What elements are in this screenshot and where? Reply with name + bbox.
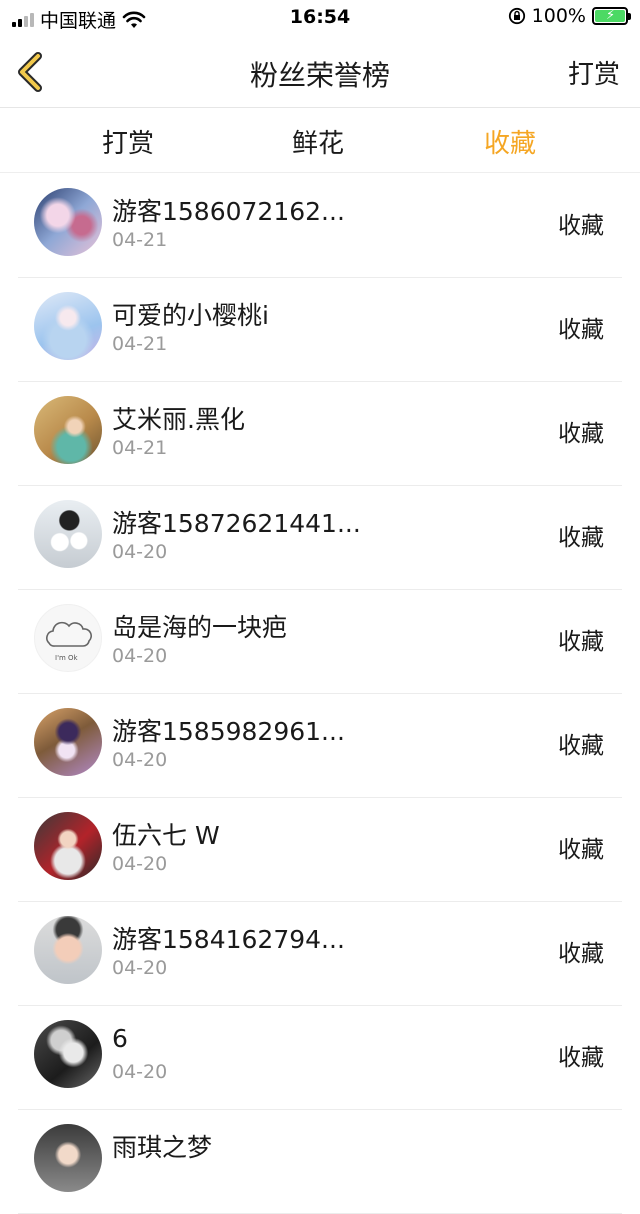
fan-action: 收藏 <box>558 837 604 863</box>
list-item[interactable]: 伍六七 W 04-20 收藏 <box>18 798 622 902</box>
fan-name: 游客1586072162... <box>112 197 345 226</box>
fan-action: 收藏 <box>558 213 604 239</box>
list-item[interactable]: 游客1585982961... 04-20 收藏 <box>18 694 622 798</box>
list-item[interactable]: 游客1584162794... 04-20 收藏 <box>18 902 622 1006</box>
fan-name: 6 <box>112 1024 128 1053</box>
svg-text:I'm Ok: I'm Ok <box>55 654 79 662</box>
orientation-lock-icon <box>508 7 525 25</box>
list-item[interactable]: 游客15872621441... 04-20 收藏 <box>18 486 622 590</box>
avatar <box>34 1020 102 1088</box>
battery-percent: 100% <box>531 5 586 27</box>
fan-name: 岛是海的一块疤 <box>112 613 288 642</box>
fan-name: 雨琪之梦 <box>112 1133 213 1162</box>
fan-action: 收藏 <box>558 1045 604 1071</box>
reward-button[interactable]: 打赏 <box>568 54 620 91</box>
fan-action: 收藏 <box>558 317 604 343</box>
fan-name: 游客15872621441... <box>112 509 361 538</box>
fan-list: 游客1586072162... 04-21 收藏 可爱的小樱桃i 04-21 收… <box>0 174 640 1214</box>
list-item[interactable]: 可爱的小樱桃i 04-21 收藏 <box>18 278 622 382</box>
status-right: 100% ⚡ <box>508 5 631 27</box>
page-title: 粉丝荣誉榜 <box>249 59 390 92</box>
fan-name: 艾米丽.黑化 <box>112 405 245 434</box>
fan-name: 伍六七 W <box>112 821 220 850</box>
fan-action: 收藏 <box>558 733 604 759</box>
avatar <box>34 1124 102 1192</box>
tab-reward[interactable]: 打赏 <box>102 123 154 160</box>
tab-collect[interactable]: 收藏 <box>484 123 536 160</box>
avatar <box>34 812 102 880</box>
list-item[interactable]: 游客1586072162... 04-21 收藏 <box>18 174 622 278</box>
fan-action: 收藏 <box>558 525 604 551</box>
fan-date: 04-20 <box>112 957 168 979</box>
fan-date: 04-20 <box>112 853 168 875</box>
avatar <box>34 292 102 360</box>
cloud-icon: I'm Ok <box>46 621 93 662</box>
fan-date: 04-21 <box>112 437 168 459</box>
fan-action: 收藏 <box>558 421 604 447</box>
fan-date: 04-20 <box>112 645 168 667</box>
avatar <box>34 708 102 776</box>
list-item[interactable]: 雨琪之梦 <box>18 1110 622 1214</box>
avatar <box>34 916 102 984</box>
avatar <box>34 500 102 568</box>
fan-action: 收藏 <box>558 629 604 655</box>
list-item[interactable]: I'm Ok 岛是海的一块疤 04-20 收藏 <box>18 590 622 694</box>
fan-date: 04-20 <box>112 749 168 771</box>
status-bar: 中国联通 16:54 100% ⚡ <box>0 0 640 36</box>
fan-action: 收藏 <box>558 941 604 967</box>
fan-date: 04-21 <box>112 229 168 251</box>
tab-flowers[interactable]: 鲜花 <box>292 123 344 160</box>
fan-name: 可爱的小樱桃i <box>112 301 269 330</box>
nav-bar: 粉丝荣誉榜 打赏 <box>0 36 640 108</box>
fan-name: 游客1584162794... <box>112 925 345 954</box>
avatar <box>34 396 102 464</box>
avatar <box>34 188 102 256</box>
fan-name: 游客1585982961... <box>112 717 345 746</box>
tab-bar: 打赏 鲜花 收藏 <box>0 109 640 173</box>
fan-date: 04-20 <box>112 541 168 563</box>
list-item[interactable]: 6 04-20 收藏 <box>18 1006 622 1110</box>
list-item[interactable]: 艾米丽.黑化 04-21 收藏 <box>18 382 622 486</box>
fan-date: 04-20 <box>112 1061 168 1083</box>
fan-date: 04-21 <box>112 333 168 355</box>
battery-icon: ⚡ <box>592 7 631 25</box>
avatar: I'm Ok <box>34 604 102 672</box>
